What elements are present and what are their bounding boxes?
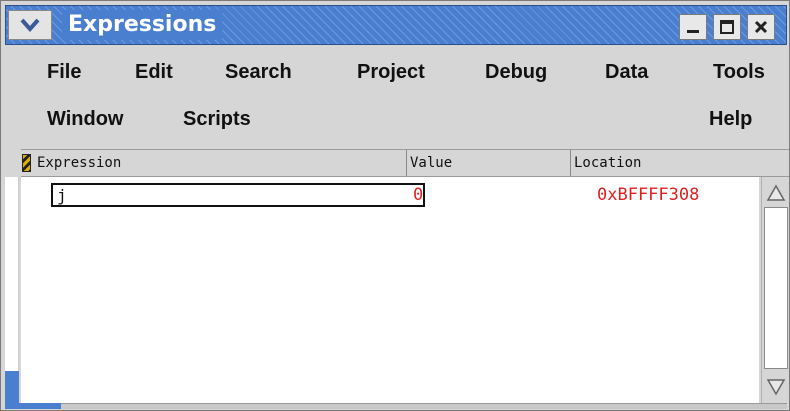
menu-data[interactable]: Data [605, 61, 648, 84]
vertical-scrollbar[interactable] [761, 177, 789, 403]
expressions-window: Expressions File Edit Search Project Deb… [0, 0, 790, 411]
menu-debug[interactable]: Debug [485, 61, 547, 84]
title-bar[interactable]: Expressions [5, 5, 787, 45]
bottom-accent [5, 403, 61, 409]
menu-edit[interactable]: Edit [135, 61, 173, 84]
column-header-row: Expression Value Location [21, 149, 789, 177]
triangle-up-icon [766, 184, 786, 201]
menu-file[interactable]: File [47, 61, 81, 84]
scroll-thumb[interactable] [764, 207, 788, 369]
close-button[interactable] [747, 14, 775, 40]
scroll-up-button[interactable] [763, 181, 789, 205]
close-icon [754, 20, 768, 34]
minimize-icon [687, 30, 699, 33]
maximize-icon [720, 20, 734, 34]
window-title: Expressions [62, 10, 223, 40]
value-cell: 0 [413, 185, 424, 205]
bottom-status-strip [5, 403, 787, 409]
expressions-list: 0 0xBFFFF308 [21, 177, 759, 403]
menu-project[interactable]: Project [357, 61, 425, 84]
scroll-down-button[interactable] [763, 375, 789, 399]
triangle-down-icon [766, 379, 786, 396]
maximize-button[interactable] [713, 14, 741, 40]
window-menu-button[interactable] [8, 10, 52, 40]
column-header-value[interactable]: Value [407, 150, 571, 176]
left-gutter [5, 177, 19, 403]
chevron-down-icon [20, 18, 40, 33]
menu-search[interactable]: Search [225, 61, 292, 84]
menu-tools[interactable]: Tools [713, 61, 765, 84]
menu-help[interactable]: Help [709, 108, 752, 131]
minimize-button[interactable] [679, 14, 707, 40]
table-row[interactable]: 0 0xBFFFF308 [21, 179, 759, 207]
expression-input[interactable] [51, 183, 425, 207]
column-header-location[interactable]: Location [571, 150, 789, 176]
left-accent-bar [5, 371, 19, 403]
menu-window[interactable]: Window [47, 108, 123, 131]
location-cell: 0xBFFFF308 [597, 185, 700, 205]
menu-scripts[interactable]: Scripts [183, 108, 251, 131]
column-header-expression[interactable]: Expression [21, 150, 407, 176]
menu-bar: File Edit Search Project Debug Data Tool… [7, 51, 785, 143]
